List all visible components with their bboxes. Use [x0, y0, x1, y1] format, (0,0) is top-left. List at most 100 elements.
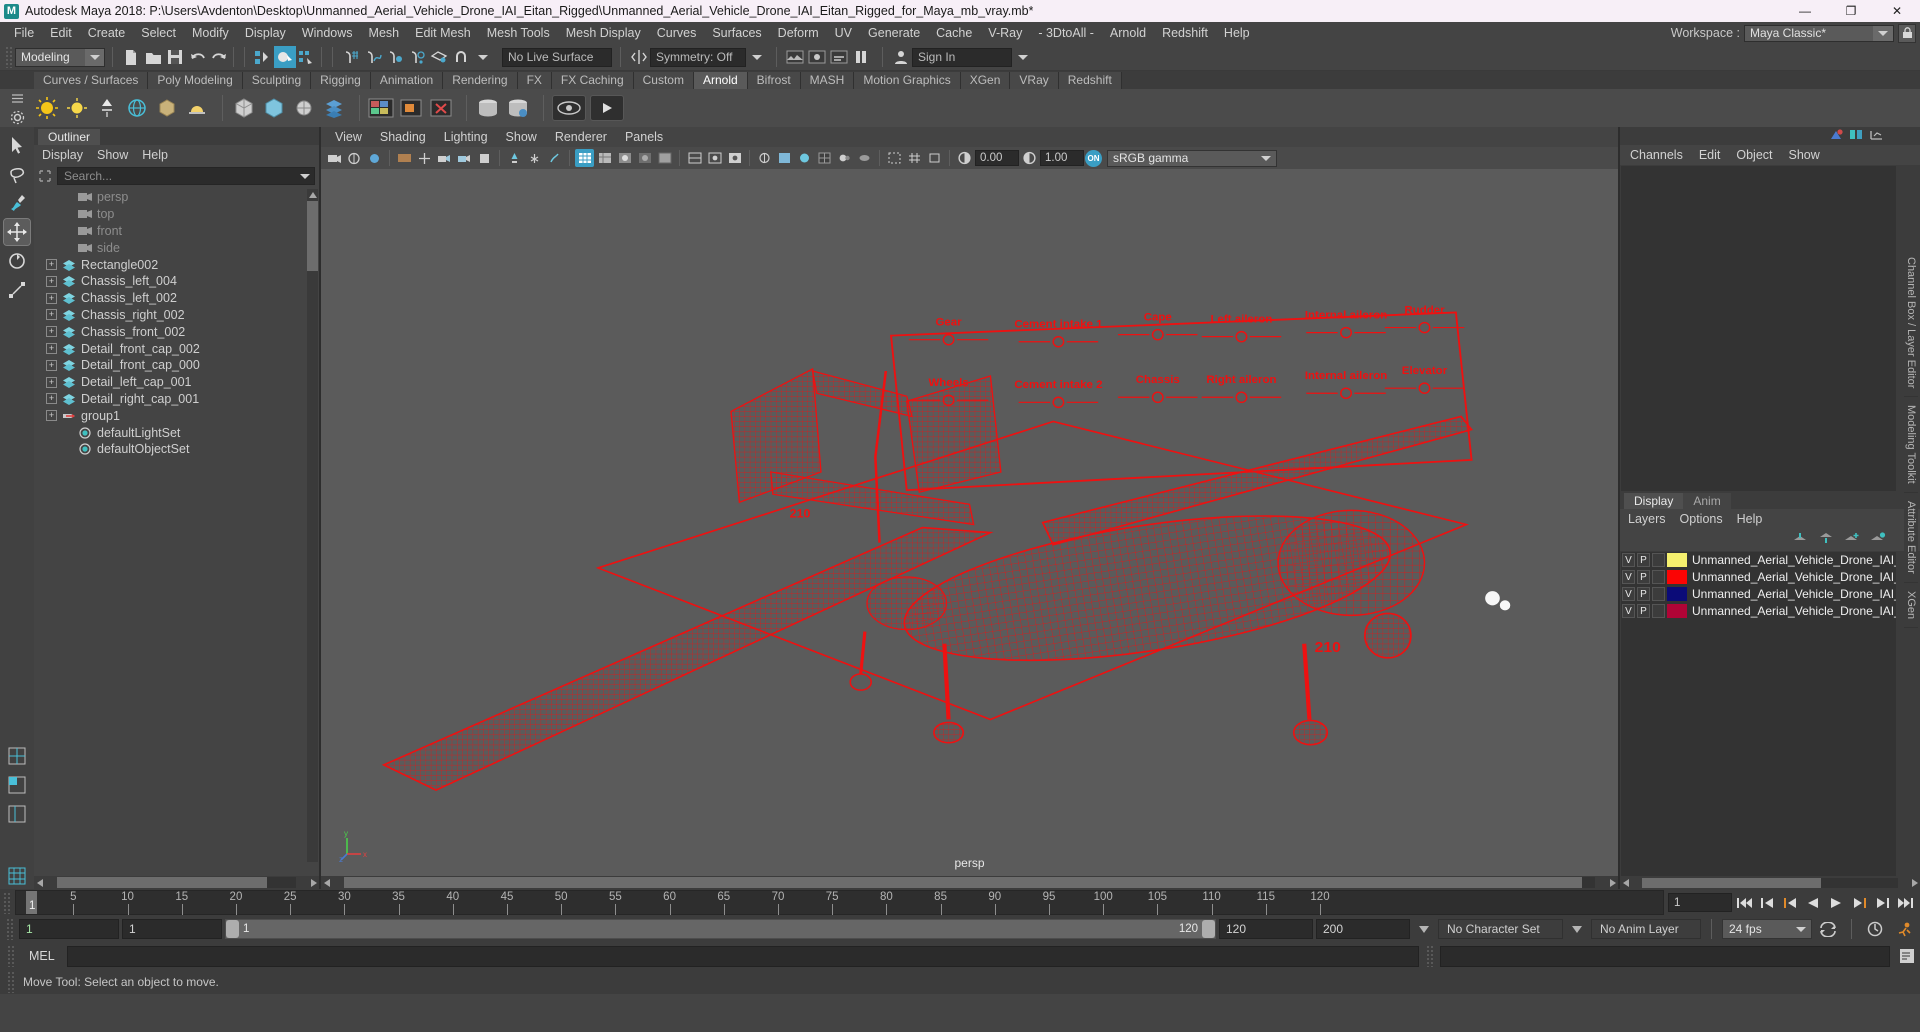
toolbar-grip[interactable]: [5, 46, 12, 68]
shelf-tab-vray[interactable]: VRay: [1010, 72, 1059, 89]
select-object-icon[interactable]: [274, 46, 296, 68]
menu-curves[interactable]: Curves: [649, 22, 705, 44]
camera-seq-icon[interactable]: [455, 149, 474, 167]
render-icon[interactable]: [784, 46, 806, 68]
play-forwards-icon[interactable]: [1825, 893, 1847, 913]
image-plane-icon[interactable]: [395, 149, 414, 167]
outliner-item-chassis_right_002[interactable]: + Chassis_right_002: [34, 307, 319, 324]
arnold-render-icon[interactable]: [368, 95, 394, 121]
outliner-horizontal-scrollbar[interactable]: [34, 876, 319, 889]
render-settings-icon[interactable]: [828, 46, 850, 68]
outliner-item-detail_right_cap_001[interactable]: + Detail_right_cap_001: [34, 391, 319, 408]
select-hierarchy-icon[interactable]: [252, 46, 274, 68]
expand-toggle[interactable]: +: [46, 376, 57, 388]
outliner-item-detail_front_cap_002[interactable]: + Detail_front_cap_002: [34, 340, 319, 357]
xray-active-icon[interactable]: [725, 149, 744, 167]
menu-deform[interactable]: Deform: [770, 22, 827, 44]
symmetry-field[interactable]: Symmetry: Off: [650, 47, 746, 67]
outliner-menu-show[interactable]: Show: [97, 148, 128, 162]
character-set-dropdown-icon[interactable]: [1413, 925, 1435, 933]
anim-layer-dropdown-icon[interactable]: [1566, 925, 1588, 933]
range-grip[interactable]: [6, 918, 13, 940]
menu-edit[interactable]: Edit: [42, 22, 80, 44]
arnold-mesh-light-icon[interactable]: [154, 95, 180, 121]
hypershade-icon[interactable]: [4, 863, 30, 889]
textured-icon[interactable]: [595, 149, 614, 167]
menu-surfaces[interactable]: Surfaces: [704, 22, 769, 44]
step-forward-frame-icon[interactable]: [1848, 893, 1870, 913]
layer-menu-options[interactable]: Options: [1680, 512, 1723, 526]
shelf-tab-bifrost[interactable]: Bifrost: [747, 72, 801, 89]
symmetry-toggle-icon[interactable]: [628, 46, 650, 68]
shelf-tab-sculpting[interactable]: Sculpting: [242, 72, 312, 89]
outliner-item-chassis_left_002[interactable]: + Chassis_left_002: [34, 290, 319, 307]
ipr-render-icon[interactable]: [806, 46, 828, 68]
outliner-item-chassis_front_002[interactable]: + Chassis_front_002: [34, 323, 319, 340]
menu-v-ray[interactable]: V-Ray: [980, 22, 1030, 44]
grease-pencil-icon[interactable]: [435, 149, 454, 167]
channelbox-menu-object[interactable]: Object: [1736, 148, 1772, 162]
maximize-button[interactable]: ❐: [1828, 0, 1874, 22]
shelf-settings-icon[interactable]: [0, 107, 34, 127]
screen-space-ao-icon[interactable]: [795, 149, 814, 167]
character-set-field[interactable]: No Character Set: [1438, 919, 1563, 939]
expand-toggle[interactable]: +: [46, 326, 57, 338]
menu-arnold[interactable]: Arnold: [1102, 22, 1154, 44]
undo-icon[interactable]: [186, 46, 208, 68]
shadows-icon[interactable]: [525, 149, 544, 167]
gamma-icon[interactable]: [1020, 149, 1039, 167]
menu-windows[interactable]: Windows: [294, 22, 361, 44]
range-slider-left-handle[interactable]: [226, 920, 239, 938]
search-input[interactable]: Search...: [57, 167, 315, 185]
outliner-menu-help[interactable]: Help: [142, 148, 168, 162]
outliner-tree[interactable]: persp top front side + Rectangle002 + Chassis_l…: [34, 187, 319, 876]
layer-visibility-toggle[interactable]: V: [1622, 604, 1635, 618]
viewport-menu-view[interactable]: View: [335, 130, 362, 144]
command-line-splitter[interactable]: [1426, 945, 1433, 967]
xray-joints-icon[interactable]: [705, 149, 724, 167]
select-camera-icon[interactable]: [325, 149, 344, 167]
display-layer-row[interactable]: VP Unmanned_Aerial_Vehicle_Drone_IAI_Eita…: [1621, 586, 1896, 603]
outliner-item-front[interactable]: front: [34, 223, 319, 240]
move-tool-icon[interactable]: [3, 218, 31, 246]
scale-tool-icon[interactable]: [4, 277, 30, 303]
arnold-render-region-icon[interactable]: [398, 95, 424, 121]
arnold-preview-icon[interactable]: [552, 95, 586, 121]
scrollbar-thumb[interactable]: [344, 877, 1583, 888]
status-bar-grip[interactable]: [7, 971, 14, 993]
shelf-tab-motion-graphics[interactable]: Motion Graphics: [854, 72, 961, 89]
layer-visibility-toggle[interactable]: V: [1622, 587, 1635, 601]
snap-to-grid-icon[interactable]: [340, 46, 362, 68]
shelf-tab-poly-modeling[interactable]: Poly Modeling: [148, 72, 243, 89]
depth-of-field-icon[interactable]: [835, 149, 854, 167]
animation-preferences-icon[interactable]: [1891, 921, 1917, 937]
menuset-dropdown[interactable]: Modeling: [15, 47, 105, 67]
layer-playback-toggle[interactable]: P: [1637, 587, 1650, 601]
scroll-right-icon[interactable]: [1909, 878, 1920, 889]
layout-single-icon[interactable]: [4, 743, 30, 769]
viewport-menu-show[interactable]: Show: [506, 130, 537, 144]
outliner-filter-icon[interactable]: [36, 167, 54, 185]
scrollbar-thumb[interactable]: [307, 201, 318, 271]
chevron-down-icon[interactable]: [296, 173, 314, 179]
layer-tab-display[interactable]: Display: [1624, 492, 1684, 509]
expand-toggle[interactable]: +: [46, 393, 57, 405]
menu-uv[interactable]: UV: [827, 22, 860, 44]
current-frame-field[interactable]: 1: [1668, 893, 1732, 912]
layer-type-toggle[interactable]: [1652, 570, 1665, 584]
menu-file[interactable]: File: [6, 22, 42, 44]
layer-type-toggle[interactable]: [1652, 587, 1665, 601]
outliner-item-persp[interactable]: persp: [34, 189, 319, 206]
expand-toggle[interactable]: +: [46, 343, 57, 355]
menu-3dtoall[interactable]: - 3DtoAll -: [1030, 22, 1102, 44]
menu-mesh-display[interactable]: Mesh Display: [558, 22, 649, 44]
expand-toggle[interactable]: +: [46, 359, 57, 371]
outliner-item-defaultlightset[interactable]: defaultLightSet: [34, 424, 319, 441]
arnold-procedural-icon[interactable]: [291, 95, 317, 121]
playback-speed-dropdown[interactable]: 24 fps: [1722, 919, 1812, 939]
menu-help[interactable]: Help: [1216, 22, 1258, 44]
channelbox-menu-show[interactable]: Show: [1789, 148, 1820, 162]
layer-playback-toggle[interactable]: P: [1637, 553, 1650, 567]
layer-playback-toggle[interactable]: P: [1637, 570, 1650, 584]
isolate-select-icon[interactable]: [885, 149, 904, 167]
